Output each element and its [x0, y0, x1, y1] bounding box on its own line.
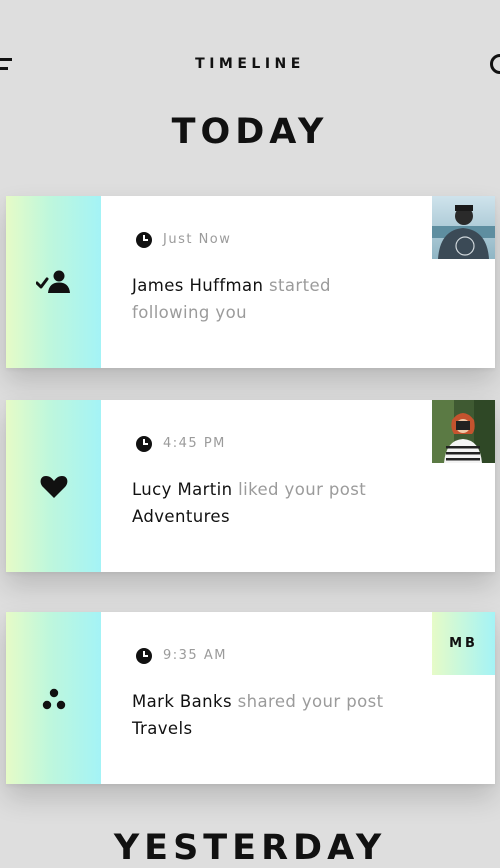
post-link[interactable]: Adventures	[132, 507, 230, 526]
section-title-yesterday: YESTERDAY	[113, 828, 387, 868]
timeline-card-like[interactable]: 4:45 PM Lucy Martin liked your post Adve…	[6, 400, 495, 572]
timeline-card-follow[interactable]: Just Now James Huffman started following…	[6, 196, 495, 368]
avatar-photo	[432, 196, 495, 259]
avatar-photo	[432, 400, 495, 463]
clock-icon	[136, 648, 152, 664]
timeline-card-share[interactable]: 9:35 AM Mark Banks shared your post Trav…	[6, 612, 495, 784]
heart-icon	[40, 476, 68, 498]
card-time: 9:35 AM	[163, 648, 227, 663]
user-avatar[interactable]	[432, 196, 495, 259]
card-message: Mark Banks shared your post Travels	[132, 688, 402, 742]
post-link[interactable]: Travels	[132, 719, 192, 738]
card-accent-strip	[6, 400, 101, 572]
card-time: Just Now	[163, 232, 232, 247]
user-avatar[interactable]	[432, 400, 495, 463]
top-bar: TIMELINE	[0, 0, 500, 130]
user-name-link[interactable]: Lucy Martin	[132, 480, 232, 499]
card-message: Lucy Martin liked your post Adventures	[132, 476, 402, 530]
action-text: shared your post	[237, 692, 384, 711]
clock-icon	[136, 232, 152, 248]
action-text: liked your post	[238, 480, 367, 499]
follow-icon	[36, 270, 70, 293]
user-name-link[interactable]: Mark Banks	[132, 692, 232, 711]
share-icon	[42, 688, 66, 710]
user-name-link[interactable]: James Huffman	[132, 276, 263, 295]
user-initials-avatar[interactable]: MB	[432, 612, 495, 675]
card-accent-strip	[6, 612, 101, 784]
section-title-today: TODAY	[171, 112, 329, 152]
card-accent-strip	[6, 196, 101, 368]
card-message: James Huffman started following you	[132, 272, 402, 326]
card-time: 4:45 PM	[163, 436, 226, 451]
clock-icon	[136, 436, 152, 452]
page-title: TIMELINE	[195, 56, 305, 72]
